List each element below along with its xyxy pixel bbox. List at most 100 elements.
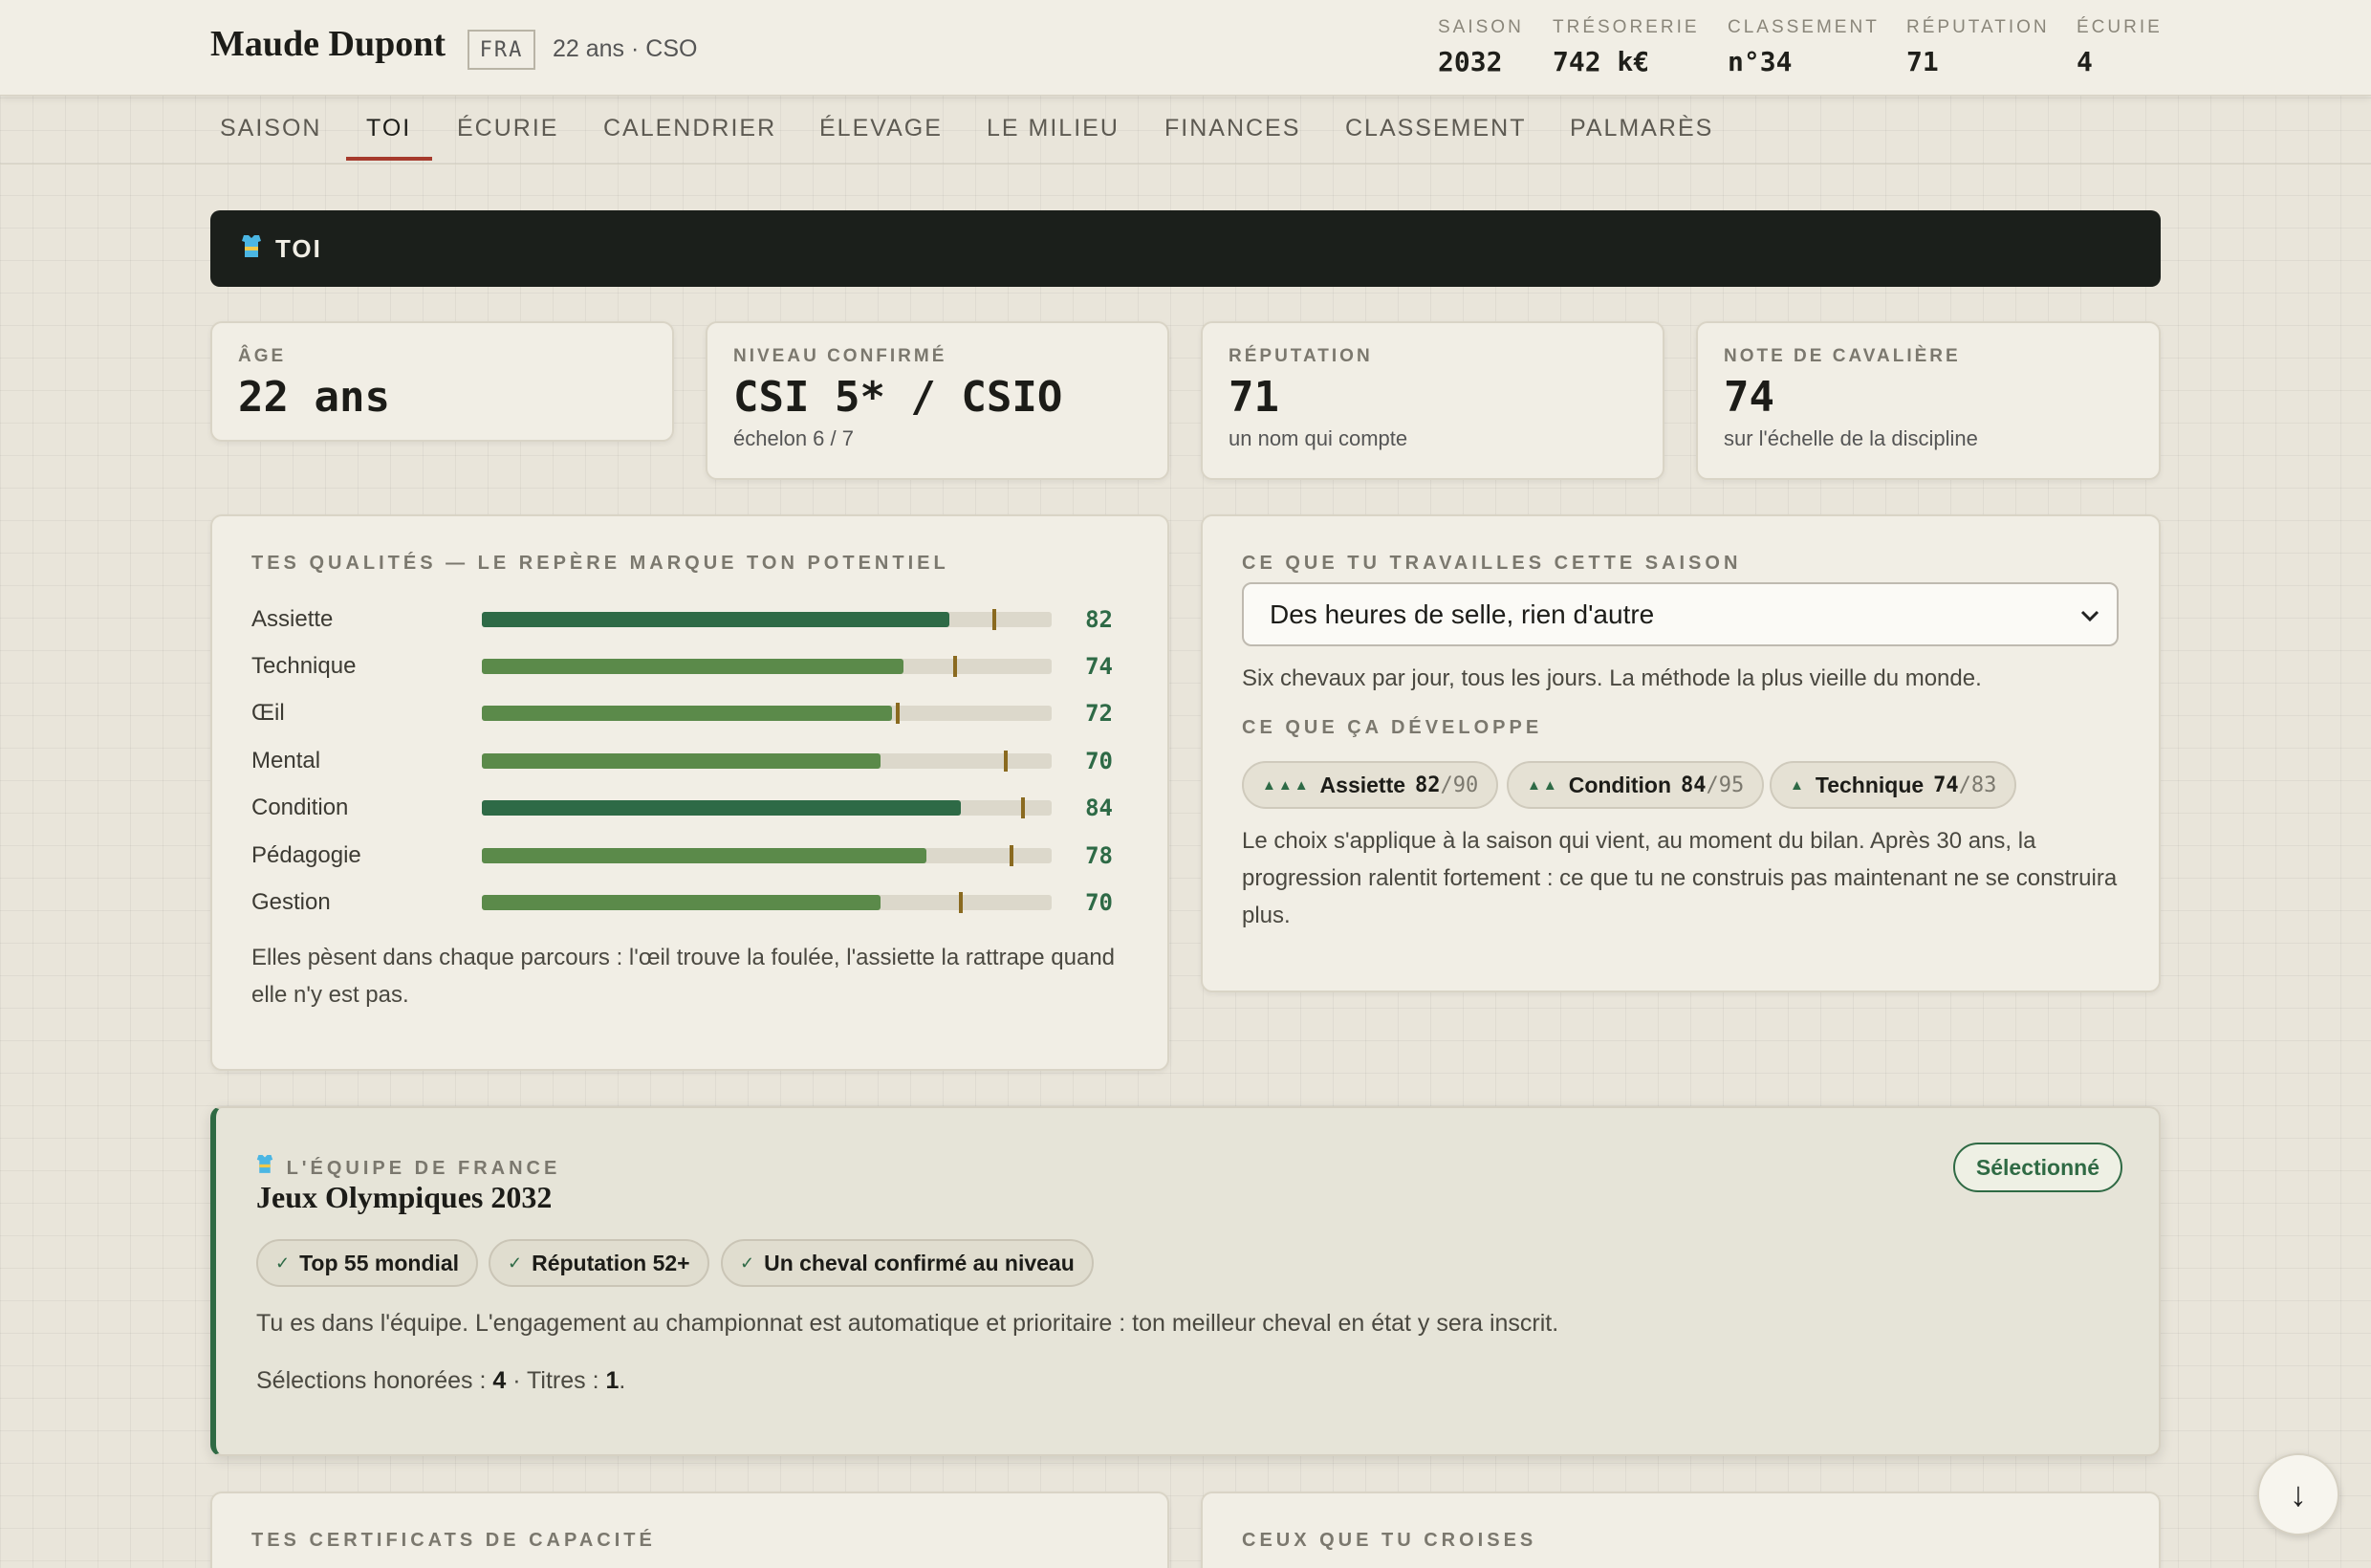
- develop-current: 74: [1933, 773, 1959, 797]
- tab-elevage[interactable]: ÉLEVAGE: [819, 115, 943, 142]
- requirement-text: Réputation 52+: [532, 1250, 690, 1275]
- potential-marker: [992, 609, 996, 630]
- quality-value: 84: [1085, 795, 1113, 821]
- encounters-title: CEUX QUE TU CROISES: [1242, 1530, 1537, 1551]
- certificates-card: TES CERTIFICATS DE CAPACITÉ: [210, 1492, 1169, 1568]
- stat-label: CLASSEMENT: [1728, 17, 1880, 37]
- tab-calendrier[interactable]: CALENDRIER: [603, 115, 776, 142]
- selections-count: 4: [492, 1367, 507, 1394]
- scroll-down-button[interactable]: ↓: [2257, 1453, 2339, 1535]
- quality-row: Pédagogie 78: [251, 840, 1131, 869]
- stat-value: 4: [2077, 46, 2093, 77]
- quality-row: Condition 84: [251, 793, 1131, 821]
- stat-label: SAISON: [1438, 17, 1524, 37]
- training-select-value: Des heures de selle, rien d'autre: [1270, 599, 1655, 629]
- certificates-title: TES CERTIFICATS DE CAPACITÉ: [251, 1530, 656, 1551]
- potential-marker: [953, 656, 957, 677]
- check-icon: ✓: [508, 1252, 523, 1273]
- kpi-label: NIVEAU CONFIRMÉ: [733, 346, 947, 366]
- quality-row: Œil 72: [251, 698, 1131, 727]
- tab-classement[interactable]: CLASSEMENT: [1345, 115, 1526, 142]
- kpi-label: NOTE DE CAVALIÈRE: [1724, 346, 1961, 366]
- tab-finances[interactable]: FINANCES: [1164, 115, 1300, 142]
- potential-marker: [959, 892, 963, 913]
- quality-value: 82: [1085, 606, 1113, 633]
- quality-name: Gestion: [251, 889, 331, 915]
- tab-saison[interactable]: SAISON: [220, 115, 321, 142]
- jersey-icon: [241, 233, 262, 265]
- quality-row: Assiette 82: [251, 604, 1131, 633]
- potential-marker: [1004, 751, 1008, 772]
- training-card: CE QUE TU TRAVAILLES CETTE SAISON Des he…: [1201, 514, 2161, 992]
- up-arrows-icon: ▲: [1790, 776, 1806, 794]
- stat-treasury: TRÉSORERIE 742 k€: [1553, 17, 1700, 77]
- develop-name: Technique: [1815, 772, 1925, 797]
- stat-ranking: CLASSEMENT n°34: [1728, 17, 1880, 77]
- quality-name: Assiette: [251, 606, 334, 632]
- quality-row: Mental 70: [251, 746, 1131, 774]
- kpi-card-rider-score: NOTE DE CAVALIÈRE 74 sur l'échelle de la…: [1696, 321, 2161, 480]
- quality-bar-track: [482, 845, 1052, 866]
- qualities-title: TES QUALITÉS — LE REPÈRE MARQUE TON POTE…: [251, 553, 949, 574]
- requirement-pill: ✓ Un cheval confirmé au niveau: [721, 1239, 1094, 1287]
- player-meta: 22 ans · CSO: [553, 35, 698, 62]
- stat-reputation: RÉPUTATION 71: [1906, 17, 2050, 77]
- status-badge: Sélectionné: [1952, 1143, 2122, 1192]
- stat-value: 742 k€: [1553, 46, 1650, 77]
- potential-marker: [1021, 797, 1025, 818]
- stat-label: ÉCURIE: [2077, 17, 2163, 37]
- develop-pill-condition: ▲▲ Condition 84/95: [1507, 761, 1765, 809]
- tab-palmares[interactable]: PALMARÈS: [1570, 115, 1713, 142]
- tab-ecurie[interactable]: ÉCURIE: [457, 115, 558, 142]
- qualities-card: TES QUALITÉS — LE REPÈRE MARQUE TON POTE…: [210, 514, 1169, 1071]
- team-record: Sélections honorées : 4 · Titres : 1.: [256, 1367, 625, 1395]
- quality-bar-fill: [482, 800, 961, 816]
- quality-value: 74: [1085, 653, 1113, 680]
- stat-label: TRÉSORERIE: [1553, 17, 1700, 37]
- stat-value: n°34: [1728, 46, 1793, 77]
- training-description: Six chevaux par jour, tous les jours. La…: [1242, 665, 1982, 691]
- kpi-card-level: NIVEAU CONFIRMÉ CSI 5* / CSIO échelon 6 …: [706, 321, 1169, 480]
- team-label-text: L'ÉQUIPE DE FRANCE: [286, 1158, 561, 1179]
- potential-marker: [1010, 845, 1013, 866]
- kpi-card-age: ÂGE 22 ans: [210, 321, 674, 442]
- check-icon: ✓: [275, 1252, 291, 1273]
- tab-le-milieu[interactable]: LE MILIEU: [987, 115, 1120, 142]
- check-icon: ✓: [740, 1252, 755, 1273]
- stat-value: 71: [1906, 46, 1939, 77]
- stat-value: 2032: [1438, 46, 1503, 77]
- titles-count: 1: [605, 1367, 620, 1394]
- quality-bar-track: [482, 609, 1052, 630]
- kpi-label: ÂGE: [238, 346, 287, 366]
- develop-max: 90: [1452, 773, 1479, 797]
- quality-name: Œil: [251, 700, 285, 726]
- quality-bar-fill: [482, 659, 903, 674]
- develop-pill-assiette: ▲▲▲ Assiette 82/90: [1242, 761, 1499, 809]
- develop-max: 95: [1718, 773, 1745, 797]
- quality-bar-fill: [482, 753, 881, 769]
- quality-bar-track: [482, 751, 1052, 772]
- section-banner: TOI: [210, 210, 2161, 287]
- selections-label: Sélections honorées :: [256, 1367, 493, 1394]
- quality-value: 78: [1085, 842, 1113, 869]
- requirement-pill: ✓ Top 55 mondial: [256, 1239, 479, 1287]
- jersey-icon: [256, 1155, 279, 1179]
- kpi-sub: sur l'échelle de la discipline: [1724, 426, 1978, 450]
- qualities-footer: Elles pèsent dans chaque parcours : l'œi…: [251, 945, 1116, 1008]
- tab-toi[interactable]: TOI: [366, 115, 411, 142]
- quality-name: Mental: [251, 748, 321, 773]
- requirement-pill: ✓ Réputation 52+: [489, 1239, 709, 1287]
- team-description: Tu es dans l'équipe. L'engagement au cha…: [256, 1310, 1559, 1337]
- develop-current: 84: [1681, 773, 1707, 797]
- quality-value: 70: [1085, 889, 1113, 916]
- section-title: TOI: [275, 233, 322, 263]
- requirement-text: Un cheval confirmé au niveau: [764, 1250, 1075, 1275]
- stat-season: SAISON 2032: [1438, 17, 1524, 77]
- stat-label: RÉPUTATION: [1906, 17, 2050, 37]
- record-end: .: [619, 1367, 626, 1394]
- kpi-label: RÉPUTATION: [1229, 346, 1373, 366]
- training-select[interactable]: Des heures de selle, rien d'autre: [1242, 582, 2119, 646]
- arrow-down-icon: ↓: [2290, 1474, 2307, 1514]
- quality-name: Pédagogie: [251, 842, 361, 868]
- quality-bar-track: [482, 656, 1052, 677]
